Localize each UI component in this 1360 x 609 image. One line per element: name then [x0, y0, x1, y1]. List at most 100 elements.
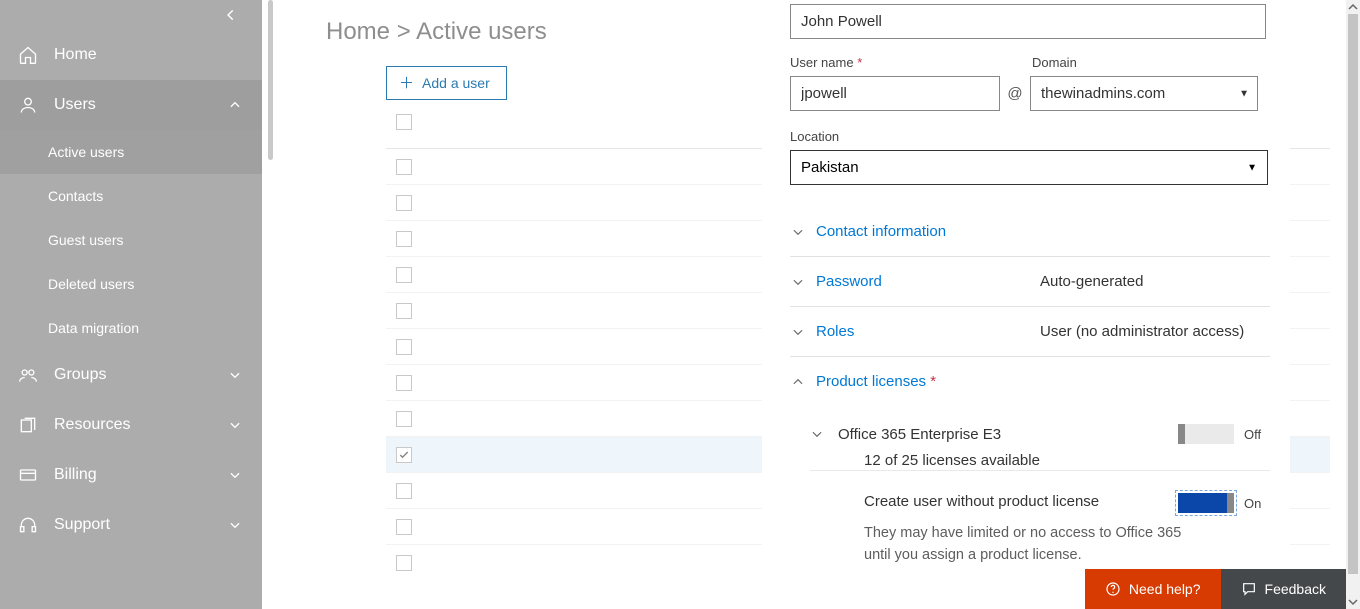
no-license-description: They may have limited or no access to Of…: [810, 523, 1190, 567]
location-label: Location: [790, 129, 1270, 144]
caret-down-icon: ▼: [1247, 162, 1257, 173]
display-name-input[interactable]: [790, 4, 1266, 39]
license-toggle[interactable]: [1178, 424, 1234, 444]
nav-home-label: Home: [54, 46, 242, 64]
chevron-down-icon: [790, 274, 806, 290]
row-checkbox[interactable]: [396, 555, 412, 571]
chevron-down-icon: [228, 368, 242, 382]
row-checkbox[interactable]: [396, 231, 412, 247]
nav-users[interactable]: Users: [0, 80, 262, 130]
select-all-checkbox[interactable]: [396, 114, 412, 130]
sidebar: Home Users Active users Contacts Guest u…: [0, 0, 262, 609]
chevron-down-icon: [228, 418, 242, 432]
row-checkbox[interactable]: [396, 447, 412, 463]
scroll-down-arrow[interactable]: [1346, 595, 1360, 609]
username-input[interactable]: [790, 76, 1000, 111]
row-checkbox[interactable]: [396, 519, 412, 535]
license-item[interactable]: Office 365 Enterprise E3 12 of 25 licens…: [810, 424, 1270, 471]
section-product-licenses[interactable]: Product licenses *: [790, 357, 1270, 406]
username-label: User name *: [790, 55, 1000, 70]
license-toggle-label: Off: [1244, 427, 1270, 442]
breadcrumb-current: Active users: [416, 18, 547, 45]
domain-label: Domain: [1032, 55, 1270, 70]
row-checkbox[interactable]: [396, 375, 412, 391]
nav-contacts[interactable]: Contacts: [0, 174, 262, 218]
feedback-label: Feedback: [1265, 581, 1326, 597]
product-licenses-link[interactable]: Product licenses *: [816, 373, 936, 390]
nav-resources[interactable]: Resources: [0, 400, 262, 450]
add-user-panel: User name * @ Domain thewinadmins.com ▼ …: [762, 0, 1290, 609]
nav-billing[interactable]: Billing: [0, 450, 262, 500]
breadcrumb-sep: >: [390, 18, 416, 45]
row-checkbox[interactable]: [396, 339, 412, 355]
license-availability: 12 of 25 licenses available: [864, 452, 1040, 469]
nav-resources-label: Resources: [54, 416, 228, 434]
chevron-up-icon: [790, 374, 806, 390]
billing-icon: [18, 465, 38, 485]
no-license-row: Create user without product license On: [810, 493, 1270, 513]
roles-link[interactable]: Roles: [816, 323, 854, 340]
roles-value: User (no administrator access): [1040, 323, 1270, 340]
nav-groups[interactable]: Groups: [0, 350, 262, 400]
row-checkbox[interactable]: [396, 159, 412, 175]
nav-users-sub: Active users Contacts Guest users Delete…: [0, 130, 262, 350]
nav-deleted-users-label: Deleted users: [48, 276, 134, 292]
breadcrumb-home[interactable]: Home: [326, 18, 390, 45]
password-value: Auto-generated: [1040, 273, 1270, 290]
no-license-toggle[interactable]: [1178, 493, 1234, 513]
at-symbol: @: [1000, 85, 1030, 111]
nav-deleted-users[interactable]: Deleted users: [0, 262, 262, 306]
license-name: Office 365 Enterprise E3: [838, 426, 1001, 443]
scroll-up-arrow[interactable]: [1346, 0, 1360, 14]
chevron-down-icon: [228, 518, 242, 532]
headset-icon: [18, 515, 38, 535]
chevron-down-icon: [228, 468, 242, 482]
nav-users-label: Users: [54, 96, 228, 114]
user-icon: [18, 95, 38, 115]
section-contact-information[interactable]: Contact information: [790, 207, 1270, 257]
need-help-button[interactable]: Need help?: [1085, 569, 1221, 609]
need-help-label: Need help?: [1129, 581, 1201, 597]
nav-active-users-label: Active users: [48, 144, 124, 160]
chevron-left-icon: [224, 8, 238, 22]
sidebar-collapse-button[interactable]: [0, 0, 262, 30]
app-root: Home Users Active users Contacts Guest u…: [0, 0, 1360, 609]
row-checkbox[interactable]: [396, 483, 412, 499]
password-link[interactable]: Password: [816, 273, 882, 290]
feedback-button[interactable]: Feedback: [1221, 569, 1346, 609]
page-scrollbar[interactable]: [1346, 0, 1360, 609]
row-checkbox[interactable]: [396, 267, 412, 283]
section-password[interactable]: Password Auto-generated: [790, 257, 1270, 307]
chevron-up-icon: [228, 98, 242, 112]
main-scrollbar[interactable]: [268, 0, 274, 609]
feedback-icon: [1241, 581, 1257, 597]
plus-icon: ＋: [399, 76, 414, 91]
row-checkbox[interactable]: [396, 411, 412, 427]
add-user-button[interactable]: ＋ Add a user: [386, 66, 507, 100]
nav-data-migration[interactable]: Data migration: [0, 306, 262, 350]
footer-bar: Need help? Feedback: [1085, 569, 1346, 609]
domain-select[interactable]: thewinadmins.com ▼: [1030, 76, 1258, 111]
location-select[interactable]: Pakistan ▼: [790, 150, 1268, 185]
nav-data-migration-label: Data migration: [48, 320, 139, 336]
nav-active-users[interactable]: Active users: [0, 130, 262, 174]
nav-contacts-label: Contacts: [48, 188, 103, 204]
section-roles[interactable]: Roles User (no administrator access): [790, 307, 1270, 357]
page-scrollbar-thumb[interactable]: [1348, 14, 1358, 574]
chevron-down-icon: [790, 224, 806, 240]
location-value: Pakistan: [801, 159, 859, 176]
license-block: Office 365 Enterprise E3 12 of 25 licens…: [790, 406, 1270, 567]
nav-guest-users[interactable]: Guest users: [0, 218, 262, 262]
home-icon: [18, 45, 38, 65]
resources-icon: [18, 415, 38, 435]
nav-support-label: Support: [54, 516, 228, 534]
chevron-down-icon: [810, 427, 824, 441]
contact-information-link[interactable]: Contact information: [816, 223, 946, 240]
add-user-label: Add a user: [422, 75, 490, 91]
main-scrollbar-thumb[interactable]: [268, 0, 273, 160]
caret-down-icon: ▼: [1239, 88, 1249, 99]
nav-home[interactable]: Home: [0, 30, 262, 80]
row-checkbox[interactable]: [396, 195, 412, 211]
row-checkbox[interactable]: [396, 303, 412, 319]
nav-support[interactable]: Support: [0, 500, 262, 550]
